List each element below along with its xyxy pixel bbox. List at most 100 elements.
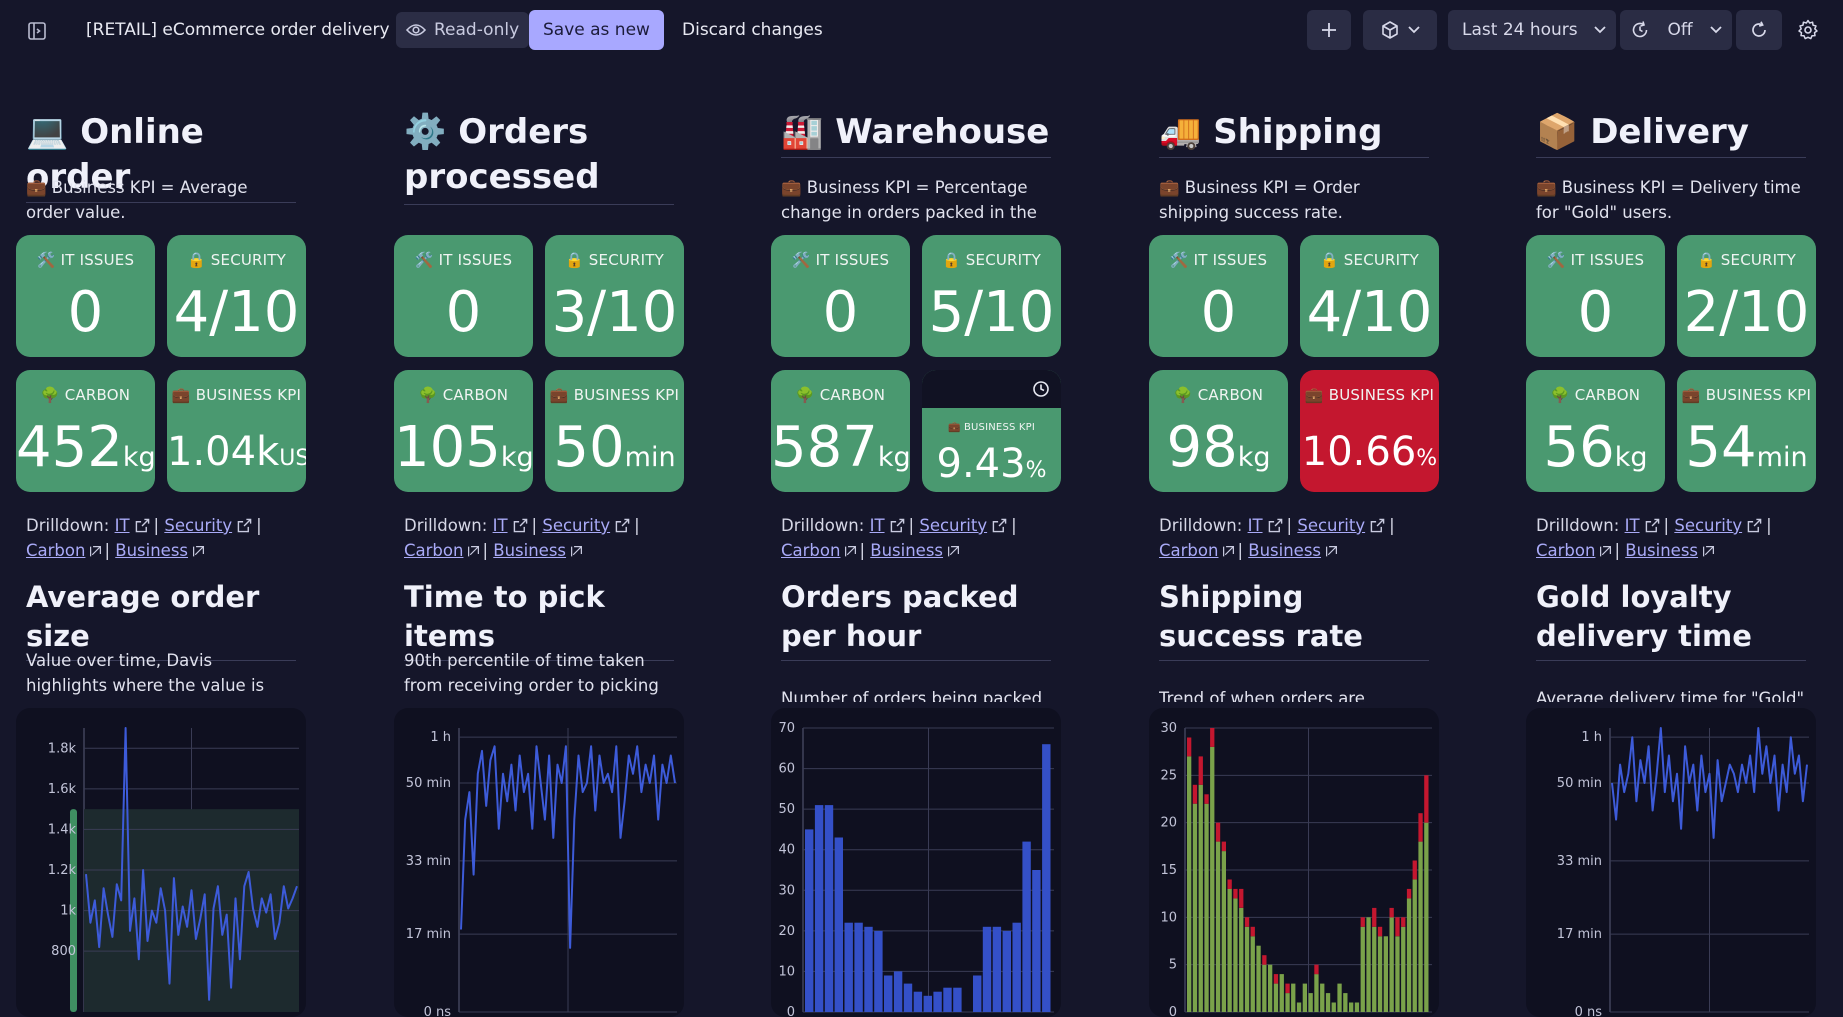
drilldown-business-link[interactable]: Business [1248, 541, 1321, 560]
business-kpi-tile[interactable]: 💼 BUSINESS KPI 1.04kUS$ [167, 370, 306, 492]
it-issues-tile[interactable]: 🛠️ IT ISSUES 0 [16, 235, 155, 357]
drilldown-carbon-link[interactable]: Carbon [404, 541, 463, 560]
settings-button[interactable] [1792, 14, 1824, 46]
carbon-label: 🌳 CARBON [795, 386, 886, 404]
y-tick-label: 5 [1169, 958, 1177, 973]
drilldown-security-link[interactable]: Security [542, 516, 610, 535]
security-tile[interactable]: 🔒 SECURITY 4/10 [167, 235, 306, 357]
bar [913, 991, 923, 1012]
auto-refresh-selector[interactable]: Off [1620, 10, 1732, 50]
bar [1296, 1002, 1302, 1012]
drilldown-it-link[interactable]: IT [870, 516, 885, 535]
bar [1187, 756, 1192, 1012]
carbon-tile[interactable]: 🌳 CARBON 452kg [16, 370, 155, 492]
chart-card[interactable]: 0 ns 17 min 33 min 50 min 1 h [394, 708, 684, 1017]
discard-changes-button[interactable]: Discard changes [668, 10, 837, 50]
reload-button[interactable] [1736, 10, 1782, 50]
it-issues-tile[interactable]: 🛠️ IT ISSUES 0 [771, 235, 910, 357]
drilldown-carbon-link[interactable]: Carbon [1536, 541, 1595, 560]
y-tick-label: 33 min [406, 854, 451, 869]
business-kpi-tile[interactable]: 💼 BUSINESS KPI 50min [545, 370, 684, 492]
business-kpi-number: 10.66 [1301, 429, 1417, 475]
drilldown-security-link[interactable]: Security [1674, 516, 1742, 535]
read-only-badge[interactable]: Read-only [396, 12, 530, 48]
security-tile[interactable]: 🔒 SECURITY 4/10 [1300, 235, 1439, 357]
y-tick-label: 1 h [1581, 730, 1602, 745]
chart-svg: 0 5 10 15 20 25 30 [1160, 721, 1432, 1017]
it-issues-value: 0 [822, 280, 859, 345]
chart-title: Gold loyalty delivery time [1536, 578, 1806, 661]
y-tick-label: 50 [778, 802, 795, 817]
drilldown-it-link[interactable]: IT [493, 516, 508, 535]
column-title: 🚚 Shipping [1159, 110, 1429, 158]
bar-error-segment [1401, 917, 1406, 927]
separator: | [153, 516, 160, 535]
bar [1256, 945, 1261, 1012]
separator: | [1614, 541, 1621, 560]
drilldown-business-link[interactable]: Business [115, 541, 188, 560]
drilldown-carbon-link[interactable]: Carbon [26, 541, 85, 560]
bar [1210, 746, 1215, 1012]
chart-card[interactable]: 0 ns 17 min 33 min 50 min 1 h [1526, 708, 1816, 1017]
security-tile[interactable]: 🔒 SECURITY 3/10 [545, 235, 684, 357]
it-issues-tile[interactable]: 🛠️ IT ISSUES 0 [1526, 235, 1665, 357]
security-value: 5/10 [928, 280, 1055, 345]
chart-card[interactable]: 0 5 10 15 20 25 30 [1149, 708, 1439, 1017]
carbon-tile[interactable]: 🌳 CARBON 105kg [394, 370, 533, 492]
business-kpi-tile[interactable]: 💼 BUSINESS KPI 9.43% [922, 370, 1061, 492]
drilldown-carbon-link[interactable]: Carbon [1159, 541, 1218, 560]
cube-icon [1382, 21, 1398, 39]
timeframe-label: Last 24 hours [1462, 20, 1578, 40]
drilldown-security-link[interactable]: Security [1297, 516, 1365, 535]
security-tile[interactable]: 🔒 SECURITY 2/10 [1677, 235, 1816, 357]
it-issues-tile[interactable]: 🛠️ IT ISSUES 0 [394, 235, 533, 357]
drilldown-business-link[interactable]: Business [870, 541, 943, 560]
y-tick-label: 1k [60, 904, 76, 919]
save-as-new-button[interactable]: Save as new [529, 10, 664, 50]
drilldown-business-link[interactable]: Business [493, 541, 566, 560]
drilldown-business-link[interactable]: Business [1625, 541, 1698, 560]
bar-error-segment [1250, 926, 1255, 937]
drilldown-it-link[interactable]: IT [1625, 516, 1640, 535]
security-label: 🔒 SECURITY [186, 251, 287, 269]
segments-button[interactable] [1363, 10, 1437, 50]
carbon-label: 🌳 CARBON [418, 386, 509, 404]
bar [1042, 744, 1051, 1012]
drilldown-security-link[interactable]: Security [919, 516, 987, 535]
add-tile-button[interactable] [1307, 10, 1351, 50]
external-link-icon [1326, 546, 1338, 557]
business-kpi-tile[interactable]: 💼 BUSINESS KPI 10.66% [1300, 370, 1439, 492]
drilldown-it-link[interactable]: IT [115, 516, 130, 535]
business-kpi-tile[interactable]: 💼 BUSINESS KPI 54min [1677, 370, 1816, 492]
bar [1273, 983, 1279, 1012]
drilldown-carbon-link[interactable]: Carbon [781, 541, 840, 560]
bar [1424, 822, 1429, 1012]
carbon-tile[interactable]: 🌳 CARBON 587kg [771, 370, 910, 492]
chart-card[interactable]: 0 10 20 30 40 50 60 70 [771, 708, 1061, 1017]
it-issues-label: 🛠️ IT ISSUES [1546, 251, 1645, 269]
carbon-tile[interactable]: 🌳 CARBON 98kg [1149, 370, 1288, 492]
separator: | [1011, 516, 1017, 535]
external-link-icon [237, 518, 252, 533]
security-tile[interactable]: 🔒 SECURITY 5/10 [922, 235, 1061, 357]
sidebar-toggle-button[interactable] [24, 18, 50, 44]
drilldown-it-link[interactable]: IT [1248, 516, 1263, 535]
carbon-tile[interactable]: 🌳 CARBON 56kg [1526, 370, 1665, 492]
external-link-icon [1370, 518, 1385, 533]
external-link-icon [1223, 546, 1235, 557]
drilldown-security-link[interactable]: Security [164, 516, 232, 535]
column-title-text: Shipping [1213, 112, 1383, 152]
column-emoji-icon: 📦 [1536, 112, 1579, 152]
bar [1192, 803, 1198, 1012]
drilldown-prefix: Drilldown: [404, 516, 488, 535]
business-kpi-value: 54min [1677, 412, 1816, 492]
clock-icon [1033, 381, 1049, 397]
bar [884, 975, 893, 1012]
chart-card[interactable]: 800 1k 1.2k 1.4k 1.6k 1.8k [16, 708, 306, 1017]
timeframe-selector[interactable]: Last 24 hours [1448, 10, 1616, 50]
business-kpi-unit: % [1025, 458, 1047, 483]
bar-error-segment [1198, 756, 1203, 785]
it-issues-tile[interactable]: 🛠️ IT ISSUES 0 [1149, 235, 1288, 357]
external-link-icon [135, 518, 149, 533]
bar [1244, 926, 1250, 1012]
